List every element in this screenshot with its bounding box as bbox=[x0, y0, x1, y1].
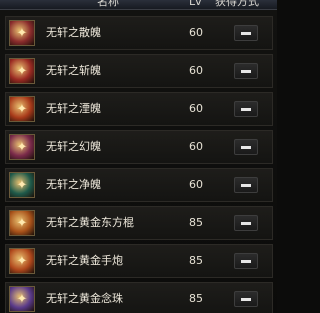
item-list-panel: 名称 Lv 获得方式 ✦ 无轩之散魄 60 ✦ 无轩之斩魄 60 ✦ 无轩之湮魄… bbox=[0, 0, 277, 313]
obtain-toggle-button[interactable] bbox=[234, 63, 258, 79]
list-item[interactable]: ✦ 无轩之黄金东方棍 85 bbox=[5, 206, 273, 240]
minus-icon bbox=[241, 69, 251, 73]
item-name: 无轩之黄金念珠 bbox=[46, 292, 123, 305]
beads-icon: ✦ bbox=[9, 286, 35, 312]
item-level: 60 bbox=[189, 26, 203, 39]
column-lv-label: Lv bbox=[189, 0, 202, 8]
list-item[interactable]: ✦ 无轩之黄金念珠 85 bbox=[5, 282, 273, 313]
soul-teal-icon: ✦ bbox=[9, 172, 35, 198]
obtain-toggle-button[interactable] bbox=[234, 291, 258, 307]
obtain-toggle-button[interactable] bbox=[234, 25, 258, 41]
minus-icon bbox=[241, 183, 251, 187]
minus-icon bbox=[241, 31, 251, 35]
soul-orange-icon: ✦ bbox=[9, 96, 35, 122]
obtain-toggle-button[interactable] bbox=[234, 215, 258, 231]
minus-icon bbox=[241, 107, 251, 111]
obtain-toggle-button[interactable] bbox=[234, 139, 258, 155]
soul-purple-icon: ✦ bbox=[9, 134, 35, 160]
item-level: 85 bbox=[189, 292, 203, 305]
item-level: 85 bbox=[189, 216, 203, 229]
item-level: 60 bbox=[189, 102, 203, 115]
item-level: 60 bbox=[189, 140, 203, 153]
obtain-toggle-button[interactable] bbox=[234, 253, 258, 269]
list-item[interactable]: ✦ 无轩之黄金手炮 85 bbox=[5, 244, 273, 278]
cannon-icon: ✦ bbox=[9, 248, 35, 274]
item-name: 无轩之幻魄 bbox=[46, 140, 101, 153]
soul-red-icon: ✦ bbox=[9, 58, 35, 84]
item-name: 无轩之黄金东方棍 bbox=[46, 216, 134, 229]
column-name-label: 名称 bbox=[97, 0, 119, 8]
minus-icon bbox=[241, 221, 251, 225]
column-header: 名称 Lv 获得方式 bbox=[0, 0, 277, 10]
list-item[interactable]: ✦ 无轩之净魄 60 bbox=[5, 168, 273, 202]
item-level: 60 bbox=[189, 178, 203, 191]
minus-icon bbox=[241, 297, 251, 301]
list-item[interactable]: ✦ 无轩之斩魄 60 bbox=[5, 54, 273, 88]
list-item[interactable]: ✦ 无轩之幻魄 60 bbox=[5, 130, 273, 164]
item-level: 60 bbox=[189, 64, 203, 77]
soul-red-icon: ✦ bbox=[9, 20, 35, 46]
list-item[interactable]: ✦ 无轩之湮魄 60 bbox=[5, 92, 273, 126]
item-name: 无轩之斩魄 bbox=[46, 64, 101, 77]
staff-icon: ✦ bbox=[9, 210, 35, 236]
item-list: ✦ 无轩之散魄 60 ✦ 无轩之斩魄 60 ✦ 无轩之湮魄 60 ✦ 无轩之幻魄… bbox=[5, 16, 273, 313]
minus-icon bbox=[241, 145, 251, 149]
item-level: 85 bbox=[189, 254, 203, 267]
item-name: 无轩之净魄 bbox=[46, 178, 101, 191]
list-item[interactable]: ✦ 无轩之散魄 60 bbox=[5, 16, 273, 50]
obtain-toggle-button[interactable] bbox=[234, 101, 258, 117]
minus-icon bbox=[241, 259, 251, 263]
item-name: 无轩之散魄 bbox=[46, 26, 101, 39]
obtain-toggle-button[interactable] bbox=[234, 177, 258, 193]
item-name: 无轩之湮魄 bbox=[46, 102, 101, 115]
item-name: 无轩之黄金手炮 bbox=[46, 254, 123, 267]
column-obtain-label: 获得方式 bbox=[215, 0, 259, 8]
